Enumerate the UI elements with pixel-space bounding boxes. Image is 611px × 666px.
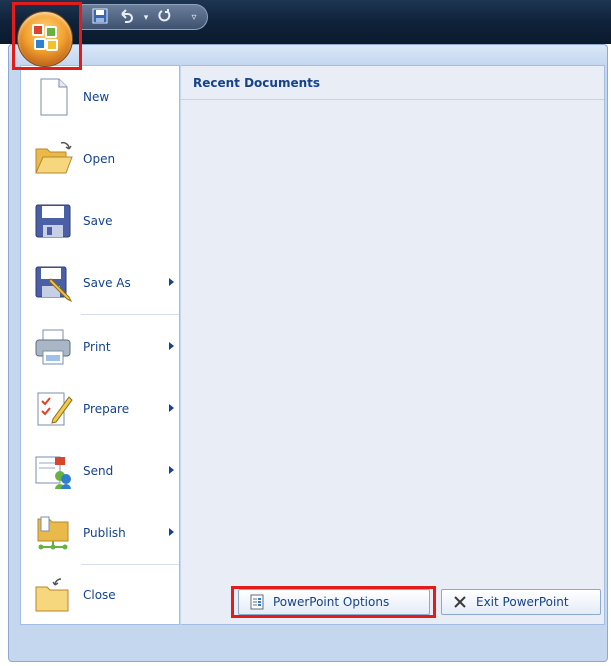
save-floppy-icon — [33, 201, 73, 241]
redo-icon[interactable] — [154, 8, 174, 28]
menu-item-label: Print — [83, 340, 111, 354]
office-logo-icon — [32, 24, 60, 54]
recent-documents-pane: Recent Documents — [181, 65, 605, 625]
menu-item-prepare[interactable]: Prepare — [21, 378, 179, 440]
send-icon — [33, 451, 73, 491]
menu-item-save-as[interactable]: Save As — [21, 252, 179, 314]
new-document-icon — [33, 77, 73, 117]
menu-item-label: Send — [83, 464, 114, 478]
menu-item-label: New — [83, 90, 110, 104]
menu-item-label: Prepare — [83, 402, 130, 416]
menu-item-label: Publish — [83, 526, 126, 540]
recent-documents-title: Recent Documents — [193, 76, 321, 90]
submenu-arrow-icon — [169, 278, 174, 286]
menu-divider — [81, 314, 179, 315]
close-icon — [452, 594, 468, 610]
menu-item-publish[interactable]: Publish — [21, 502, 179, 564]
save-icon[interactable] — [90, 8, 110, 28]
prepare-icon — [33, 389, 73, 429]
undo-icon[interactable] — [116, 8, 136, 28]
exit-powerpoint-button[interactable]: Exit PowerPoint — [441, 589, 601, 615]
exit-button-label: Exit PowerPoint — [476, 595, 569, 609]
menu-item-open[interactable]: Open — [21, 128, 179, 190]
menu-item-label: Open — [83, 152, 116, 166]
dropdown-arrow-icon[interactable]: ▾ — [136, 8, 156, 28]
close-folder-icon — [33, 575, 73, 615]
office-menu: New Open Save Save As Print Prepare Send… — [8, 44, 608, 662]
menu-item-save[interactable]: Save — [21, 190, 179, 252]
menu-item-close[interactable]: Close — [21, 564, 179, 626]
menu-item-label: Close — [83, 588, 116, 602]
options-button-highlight — [231, 586, 436, 618]
office-button[interactable] — [17, 11, 73, 67]
open-folder-icon — [33, 139, 73, 179]
menu-commands-pane: New Open Save Save As Print Prepare Send… — [20, 65, 180, 625]
title-bar: ▾ ▿ — [0, 0, 611, 44]
menu-item-send[interactable]: Send — [21, 440, 179, 502]
submenu-arrow-icon — [169, 342, 174, 350]
menu-item-new[interactable]: New — [21, 66, 179, 128]
submenu-arrow-icon — [169, 528, 174, 536]
menu-item-label: Save As — [83, 276, 131, 290]
menu-item-print[interactable]: Print — [21, 316, 179, 378]
publish-icon — [33, 513, 73, 553]
save-as-icon — [33, 263, 73, 303]
customize-qat-icon[interactable]: ▿ — [184, 8, 204, 28]
menu-item-label: Save — [83, 214, 113, 228]
printer-icon — [33, 327, 73, 367]
menu-header-strip — [9, 45, 607, 65]
recent-documents-separator — [181, 99, 604, 100]
quick-access-toolbar: ▾ ▿ — [80, 4, 208, 30]
submenu-arrow-icon — [169, 404, 174, 412]
submenu-arrow-icon — [169, 466, 174, 474]
